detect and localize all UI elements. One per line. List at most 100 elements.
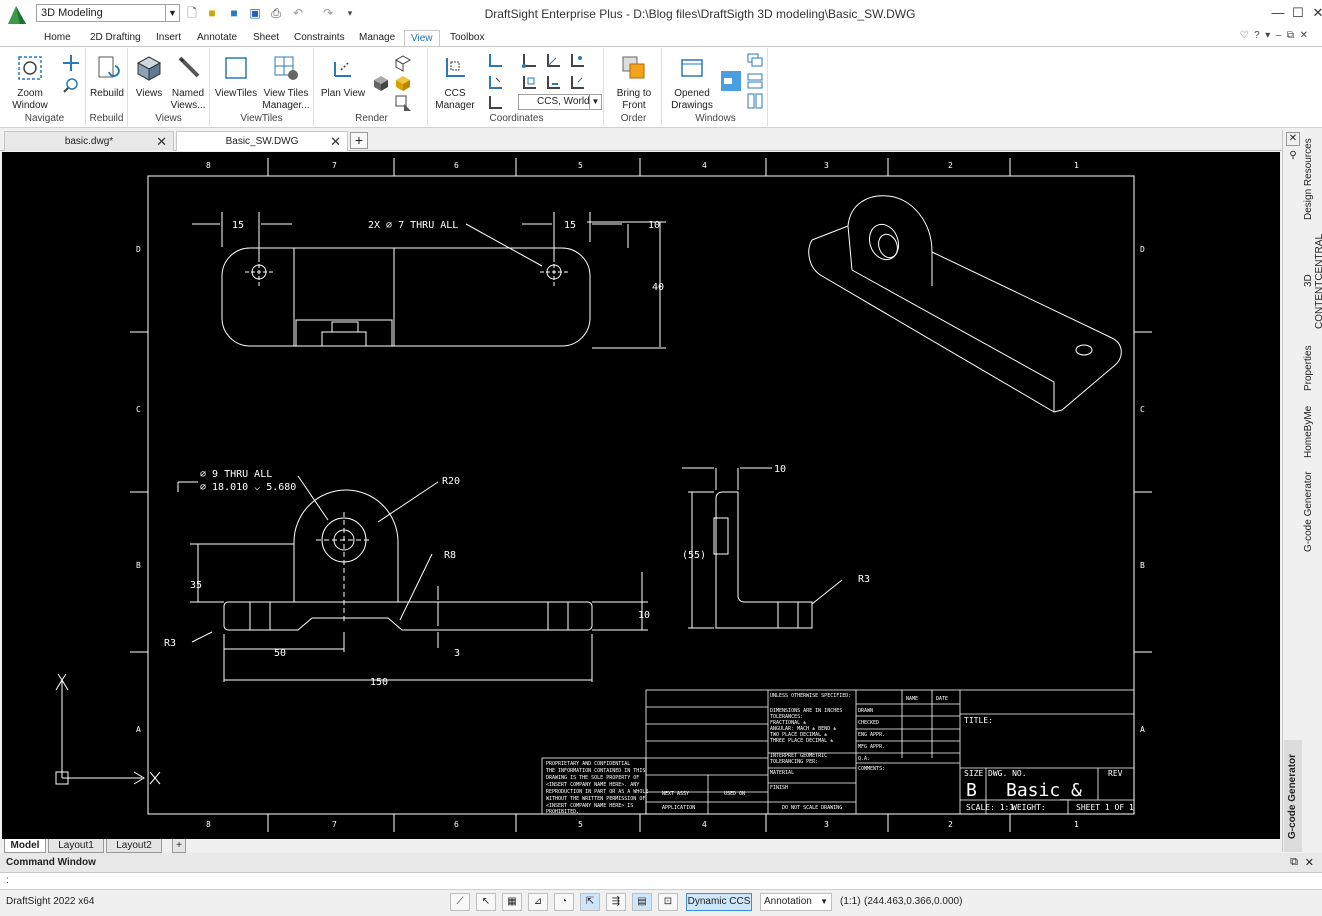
- workspace-dropdown[interactable]: 3D Modeling ▼: [36, 4, 180, 22]
- tab-insert[interactable]: Insert: [154, 30, 183, 46]
- top-view: [192, 212, 666, 349]
- visual-style-icon[interactable]: [394, 54, 412, 72]
- layout-tab-model[interactable]: Model: [4, 839, 46, 853]
- pan-icon[interactable]: [62, 54, 80, 72]
- tab-constraints[interactable]: Constraints: [292, 30, 347, 46]
- viewtile-icon: [225, 57, 247, 79]
- undo-icon[interactable]: ↶: [290, 5, 306, 21]
- tab-view[interactable]: View: [404, 30, 440, 46]
- close-icon[interactable]: ✕: [330, 132, 341, 152]
- doc-tab-basic-sw[interactable]: Basic_SW.DWG ✕: [176, 131, 348, 151]
- palette-tab-3d-contentcentral[interactable]: 3D CONTENTCENTRAL: [1303, 228, 1322, 334]
- dim-10-side: 10: [774, 464, 786, 475]
- print-icon[interactable]: ⎙: [268, 5, 284, 21]
- ccs-face-icon[interactable]: [544, 74, 562, 92]
- border-row-label: D: [1140, 245, 1145, 254]
- quick-input-icon[interactable]: ⊡: [658, 893, 678, 911]
- cursor-icon[interactable]: ↖: [476, 893, 496, 911]
- ccs-dropdown[interactable]: CCS, World ▼: [518, 94, 602, 110]
- bring-to-front-button[interactable]: Bring to Front: [608, 54, 660, 112]
- grid-icon[interactable]: ▦: [502, 893, 522, 911]
- ccs-3point-icon[interactable]: [568, 52, 586, 70]
- doc-tab-basic[interactable]: basic.dwg* ✕: [4, 131, 174, 151]
- annotation-scale[interactable]: (1:1): [840, 896, 861, 907]
- ccs-manager-button[interactable]: CCS Manager: [432, 54, 478, 112]
- viewtiles-group-label: ViewTiles: [240, 113, 283, 124]
- polar-icon[interactable]: ◔: [554, 893, 574, 911]
- render-shape-icon[interactable]: [394, 94, 412, 112]
- rebuild-button[interactable]: Rebuild: [88, 54, 126, 100]
- close-icon[interactable]: ✕: [1286, 132, 1300, 146]
- add-layout-icon[interactable]: +: [172, 839, 186, 853]
- tile-vertical-icon[interactable]: [746, 92, 764, 110]
- tile-horizontal-icon[interactable]: [746, 72, 764, 90]
- border-col-label: 6: [454, 820, 459, 829]
- cursor-coordinates: (244.463,0.366,0.000): [864, 896, 963, 907]
- pin-icon[interactable]: ⚲: [1286, 150, 1300, 164]
- tb-comments: COMMENTS:: [858, 766, 885, 772]
- tb-prop-5: REPRODUCTION IN PART OR AS A WHOLE: [546, 789, 648, 795]
- gcode-panel[interactable]: G-code Generator: [1284, 740, 1302, 852]
- close-icon[interactable]: ✕: [1305, 856, 1314, 869]
- dim-10-front: 10: [638, 610, 650, 621]
- close-icon[interactable]: ✕: [156, 132, 167, 152]
- tile-windows-icon[interactable]: [720, 70, 742, 92]
- command-prompt[interactable]: :: [6, 875, 9, 886]
- ccs-axis-icon: [55, 673, 161, 785]
- layout-tab-layout1[interactable]: Layout1: [48, 839, 104, 853]
- save-icon[interactable]: ▣: [247, 5, 263, 21]
- palette-tab-gcode[interactable]: G-code Generator: [1303, 470, 1314, 554]
- add-tab-icon[interactable]: +: [350, 132, 368, 149]
- tab-home[interactable]: Home: [42, 30, 73, 46]
- lineweight-icon[interactable]: ▤: [632, 893, 652, 911]
- ribbon-controls[interactable]: ♡ ? ▾ – ⧉ ✕: [1240, 30, 1308, 41]
- ccs-zaxis-icon[interactable]: [544, 52, 562, 70]
- dynamic-ccs-toggle[interactable]: Dynamic CCS: [686, 893, 752, 911]
- tb-prop-8: PROHIBITED.: [546, 809, 579, 815]
- views-button[interactable]: Views: [130, 54, 168, 100]
- ccs-rotate-icon[interactable]: [486, 94, 504, 112]
- tb-mfg-appr: MFG APPR.: [858, 744, 885, 750]
- new-file-icon[interactable]: 🗋: [184, 5, 200, 21]
- cascade-icon[interactable]: [746, 52, 764, 70]
- ccs-origin-icon[interactable]: [520, 52, 538, 70]
- shaded-cube-icon[interactable]: [394, 74, 412, 92]
- open-folder-icon[interactable]: ■: [204, 5, 220, 21]
- palette-tab-design-resources[interactable]: Design Resources: [1303, 136, 1314, 222]
- opened-drawings-button[interactable]: Opened Drawings: [666, 54, 718, 112]
- tab-sheet[interactable]: Sheet: [251, 30, 281, 46]
- esnap-icon[interactable]: ⇱: [580, 893, 600, 911]
- layout-tab-layout2[interactable]: Layout2: [106, 839, 162, 853]
- restore-icon[interactable]: ⧉: [1290, 856, 1298, 869]
- border-row-label: B: [1140, 561, 1145, 570]
- tb-weight: WEIGHT:: [1012, 803, 1046, 812]
- render-cube-icon[interactable]: [372, 74, 390, 92]
- tab-annotate[interactable]: Annotate: [195, 30, 239, 46]
- tab-manage[interactable]: Manage: [357, 30, 397, 46]
- hole-note-top: 2X ⌀ 7 THRU ALL: [368, 220, 458, 231]
- ortho-icon[interactable]: ⊿: [528, 893, 548, 911]
- palette-tab-properties[interactable]: Properties: [1303, 340, 1314, 396]
- etrack-icon[interactable]: ⇶: [606, 893, 626, 911]
- viewtiles-manager-button[interactable]: View Tiles Manager...: [260, 54, 312, 112]
- plan-view-button[interactable]: Plan View: [318, 54, 368, 100]
- customize-qa-icon[interactable]: ▾: [342, 5, 358, 21]
- tab-2d-drafting[interactable]: 2D Drafting: [88, 30, 143, 46]
- named-views-button[interactable]: Named Views...: [168, 54, 208, 112]
- ccs-previous-icon[interactable]: [568, 74, 586, 92]
- close-icon[interactable]: ✕: [1306, 4, 1322, 22]
- ccs-world-icon[interactable]: [486, 52, 504, 70]
- palette-tab-homebyme[interactable]: HomeByMe: [1303, 402, 1314, 462]
- annotation-dropdown[interactable]: Annotation ▼: [760, 893, 832, 911]
- tb-application: APPLICATION: [662, 805, 695, 811]
- open-drawing-icon[interactable]: ■: [226, 5, 242, 21]
- snap-icon[interactable]: ⟋: [450, 893, 470, 911]
- zoom-icon[interactable]: [62, 76, 80, 94]
- redo-icon[interactable]: ↷: [320, 5, 336, 21]
- viewtiles-button[interactable]: ViewTiles: [214, 54, 258, 100]
- tab-toolbox[interactable]: Toolbox: [448, 30, 486, 46]
- ccs-view-icon[interactable]: [486, 74, 504, 92]
- ccs-entity-icon[interactable]: [520, 74, 538, 92]
- zoom-window-button[interactable]: Zoom Window: [8, 54, 52, 112]
- drawing-canvas[interactable]: 8 8 7 7 6 6 5 5 4 4 3 3 2 2 1 1 D D C C B B A A 15 2X ⌀ 7 THRU …: [2, 152, 1280, 839]
